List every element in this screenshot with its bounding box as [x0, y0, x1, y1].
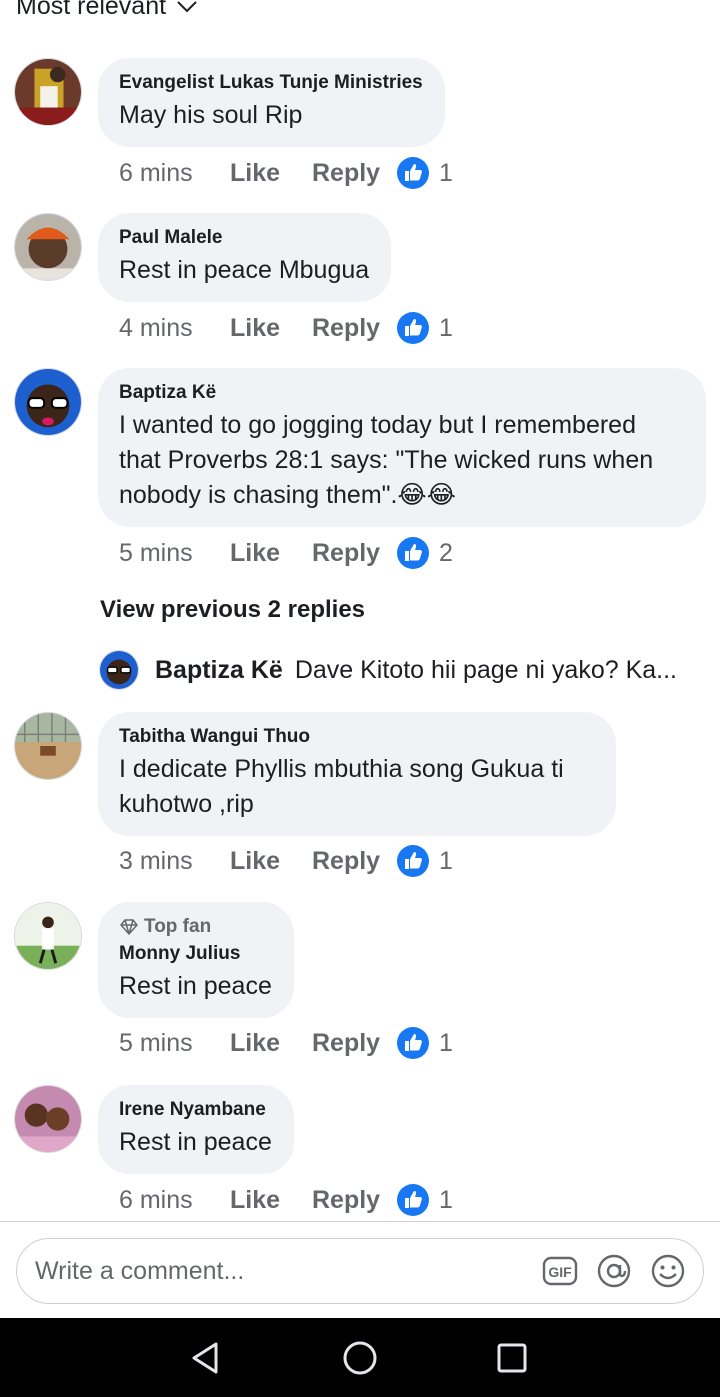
comment-composer[interactable]: Write a comment... GIF [16, 1238, 704, 1304]
comment-text-line: nobody is chasing them". [119, 481, 398, 509]
svg-text:GIF: GIF [548, 1264, 572, 1280]
reaction-count: 1 [439, 1185, 453, 1214]
comment-text-line: that Proverbs 28:1 says: "The wicked run… [119, 446, 654, 474]
avatar[interactable] [14, 1085, 82, 1153]
like-reaction-icon [397, 1027, 429, 1059]
like-reaction-icon [397, 845, 429, 877]
comment-bubble[interactable]: Top fan Monny Julius Rest in peace [98, 902, 294, 1018]
like-button[interactable]: Like [230, 1186, 312, 1215]
comment-bubble[interactable]: Baptiza Kë I wanted to go jogging today … [98, 368, 706, 527]
comment-time[interactable]: 5 mins [119, 539, 230, 568]
like-button[interactable]: Like [230, 1029, 312, 1058]
like-reaction-icon [397, 312, 429, 344]
comment-author[interactable]: Irene Nyambane [119, 1099, 272, 1121]
comment-actions: 5 mins Like Reply 2 [119, 536, 453, 570]
comment-time[interactable]: 4 mins [119, 314, 230, 343]
reaction-summary[interactable]: 1 [396, 1026, 453, 1060]
reply-button[interactable]: Reply [312, 847, 396, 876]
avatar[interactable] [14, 712, 82, 780]
comment-text: May his soul Rip [119, 101, 303, 129]
comment-time[interactable]: 3 mins [119, 847, 230, 876]
comment-bubble[interactable]: Irene Nyambane Rest in peace [98, 1085, 294, 1174]
avatar[interactable] [14, 58, 82, 126]
chevron-down-icon [177, 0, 197, 12]
view-previous-replies-link[interactable]: View previous 2 replies [100, 596, 365, 624]
reaction-count: 1 [439, 1028, 453, 1057]
comment-actions: 6 mins Like Reply 1 [119, 1183, 453, 1217]
comment-text: Rest in peace Mbugua [119, 256, 370, 284]
comment-text: Rest in peace [119, 1128, 272, 1156]
avatar[interactable] [14, 902, 82, 970]
reaction-summary[interactable]: 1 [396, 311, 453, 345]
reply-button[interactable]: Reply [312, 159, 396, 188]
diamond-icon [120, 919, 138, 935]
recents-icon[interactable] [492, 1338, 532, 1378]
reaction-summary[interactable]: 1 [396, 844, 453, 878]
comment-time[interactable]: 6 mins [119, 159, 230, 188]
comment-bubble[interactable]: Tabitha Wangui Thuo I dedicate Phyllis m… [98, 712, 616, 836]
reply-button[interactable]: Reply [312, 314, 396, 343]
comment-actions: 6 mins Like Reply 1 [119, 156, 453, 190]
avatar[interactable] [14, 213, 82, 281]
like-reaction-icon [397, 157, 429, 189]
reaction-count: 1 [439, 846, 453, 875]
like-button[interactable]: Like [230, 314, 312, 343]
reaction-count: 1 [439, 313, 453, 342]
like-reaction-icon [397, 1184, 429, 1216]
comment-author[interactable]: Paul Malele [119, 227, 369, 249]
comment-bubble[interactable]: Paul Malele Rest in peace Mbugua [98, 213, 392, 302]
like-reaction-icon [397, 537, 429, 569]
like-button[interactable]: Like [230, 847, 312, 876]
comment-actions: 5 mins Like Reply 1 [119, 1026, 453, 1060]
reply-author[interactable]: Baptiza Kë [155, 656, 283, 685]
reply-preview[interactable]: Baptiza Kë Dave Kitoto hii page ni yako?… [99, 650, 677, 690]
reaction-summary[interactable]: 2 [396, 536, 453, 570]
mention-icon[interactable] [595, 1252, 633, 1290]
reaction-count: 1 [439, 158, 453, 187]
comment-bubble[interactable]: Evangelist Lukas Tunje Ministries May hi… [98, 58, 445, 147]
sort-dropdown[interactable]: Most relevant [16, 0, 198, 21]
reaction-summary[interactable]: 1 [396, 156, 453, 190]
home-icon[interactable] [340, 1338, 380, 1378]
like-button[interactable]: Like [230, 539, 312, 568]
avatar[interactable] [99, 650, 139, 690]
emoji-icon[interactable] [649, 1252, 687, 1290]
comment-actions: 3 mins Like Reply 1 [119, 844, 453, 878]
avatar[interactable] [14, 368, 82, 436]
comment-time[interactable]: 6 mins [119, 1186, 230, 1215]
reply-text: Dave Kitoto hii page ni yako? Ka... [294, 655, 677, 684]
reaction-summary[interactable]: 1 [396, 1183, 453, 1217]
top-fan-label: Top fan [144, 916, 212, 937]
comment-text: I wanted to go jogging today but I remem… [119, 408, 684, 513]
reply-button[interactable]: Reply [312, 539, 396, 568]
reply-button[interactable]: Reply [312, 1029, 396, 1058]
top-fan-badge: Top fan [119, 916, 272, 938]
back-icon[interactable] [186, 1338, 226, 1378]
reaction-count: 2 [439, 538, 453, 567]
composer-divider [0, 1221, 720, 1222]
comment-input[interactable]: Write a comment... [35, 1257, 541, 1286]
comment-text-line: I wanted to go jogging today but I remem… [119, 411, 636, 439]
reply-button[interactable]: Reply [312, 1186, 396, 1215]
system-nav-bar [0, 1318, 720, 1397]
comment-text-line: I dedicate Phyllis mbuthia song Gukua ti [119, 755, 564, 783]
comment-text: I dedicate Phyllis mbuthia song Gukua ti… [119, 752, 594, 822]
comment-author[interactable]: Baptiza Kë [119, 382, 684, 404]
gif-icon[interactable]: GIF [541, 1252, 579, 1290]
comment-author[interactable]: Monny Julius [119, 943, 272, 965]
laughing-emoji: 😂😂 [397, 481, 456, 509]
comment-text: Rest in peace [119, 972, 272, 1000]
comment-actions: 4 mins Like Reply 1 [119, 311, 453, 345]
like-button[interactable]: Like [230, 159, 312, 188]
sort-label: Most relevant [16, 0, 167, 20]
comment-text-line: kuhotwo ,rip [119, 790, 254, 818]
comment-time[interactable]: 5 mins [119, 1029, 230, 1058]
comment-author[interactable]: Evangelist Lukas Tunje Ministries [119, 72, 423, 94]
comment-author[interactable]: Tabitha Wangui Thuo [119, 726, 594, 748]
